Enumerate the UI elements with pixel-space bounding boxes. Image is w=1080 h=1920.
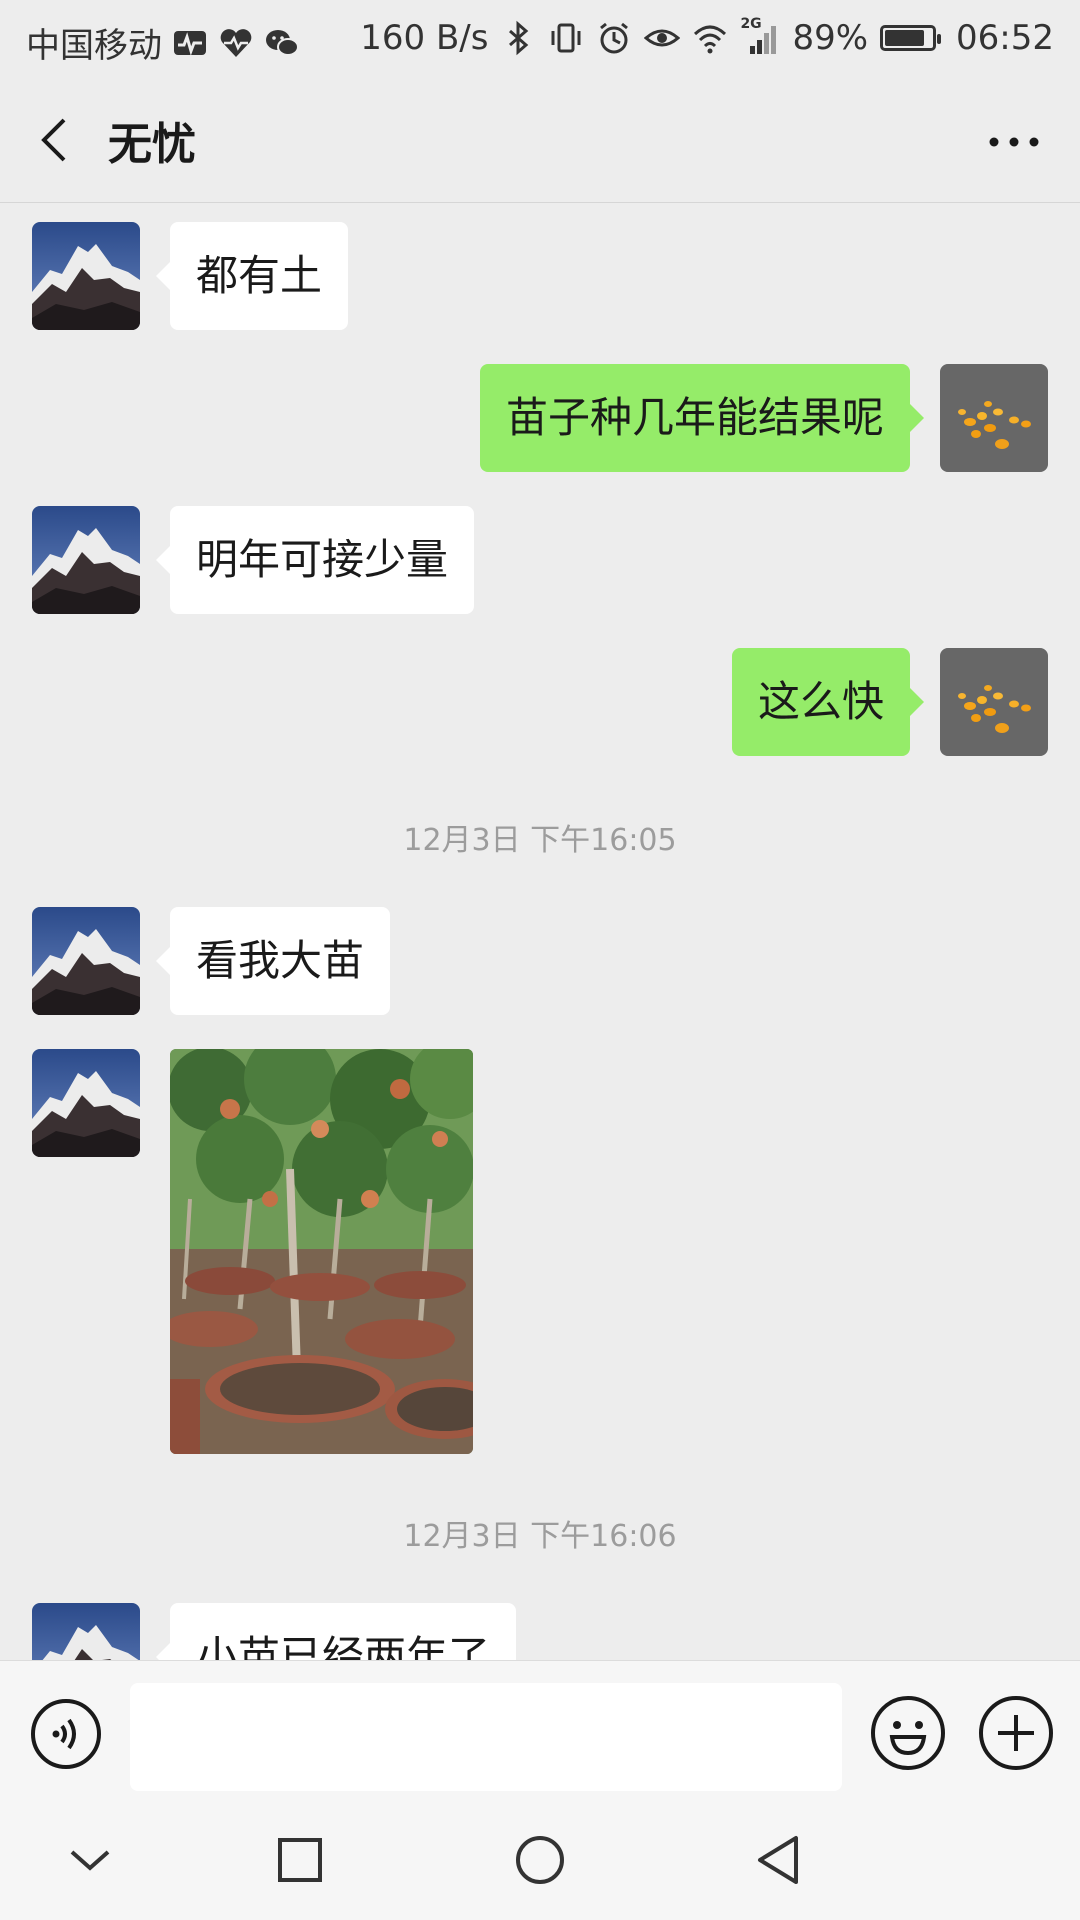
bluetooth-icon <box>509 20 529 56</box>
nav-recent-button[interactable] <box>268 1828 332 1892</box>
emoji-icon <box>871 1696 945 1770</box>
contact-avatar[interactable] <box>32 1049 140 1157</box>
received-message[interactable]: 明年可接少量 <box>155 506 475 614</box>
heart-rate-icon <box>220 28 252 57</box>
battery-icon <box>880 25 942 51</box>
net-speed-label: 160 B/s <box>360 18 489 58</box>
my-avatar[interactable] <box>940 648 1048 756</box>
chat-header: 无忧 <box>0 76 1080 203</box>
input-bar <box>0 1660 1080 1799</box>
nav-home-button[interactable] <box>508 1828 572 1892</box>
contact-avatar[interactable] <box>32 907 140 1015</box>
signal-icon: 2G <box>740 16 780 56</box>
more-dots-icon <box>989 137 1039 147</box>
back-button[interactable] <box>30 112 80 168</box>
plus-icon <box>979 1696 1053 1770</box>
message-input[interactable] <box>130 1683 842 1791</box>
battery-level <box>885 30 925 46</box>
eye-comfort-icon <box>644 29 681 47</box>
message-timestamp: 12月3日 下午16:06 <box>403 1519 677 1554</box>
sent-message[interactable]: 这么快 <box>731 648 925 756</box>
wechat-icon <box>266 29 299 56</box>
nav-down-button[interactable] <box>58 1828 122 1892</box>
contact-avatar[interactable] <box>32 1603 140 1660</box>
status-bar: 中国移动 160 B/s 2G 89% 06:52 <box>0 0 1080 76</box>
nav-back-button[interactable] <box>748 1828 812 1892</box>
wifi-icon <box>694 25 727 54</box>
alarm-icon <box>600 22 629 54</box>
vibrate-icon <box>551 23 581 53</box>
carrier-label: 中国移动 <box>26 26 162 66</box>
system-nav-bar <box>0 1798 1080 1920</box>
nav-back-icon <box>758 1836 798 1884</box>
my-avatar[interactable] <box>940 364 1048 472</box>
chat-title: 无忧 <box>108 119 196 170</box>
message-list[interactable]: 都有土 苗子种几年能结果呢 明年可接少量 这么快 12月3日 下午16:05 看… <box>0 203 1080 1660</box>
received-message[interactable]: 小苗已经两年了 <box>155 1603 517 1660</box>
contact-avatar[interactable] <box>32 506 140 614</box>
nav-down-icon <box>70 1850 110 1871</box>
sent-message[interactable]: 苗子种几年能结果呢 <box>479 364 925 472</box>
nav-home-icon <box>516 1836 564 1884</box>
contact-avatar[interactable] <box>32 222 140 330</box>
potted-trees-photo[interactable] <box>170 1049 473 1454</box>
activity-icon <box>174 30 206 56</box>
message-timestamp: 12月3日 下午16:05 <box>403 823 677 858</box>
more-button[interactable] <box>984 132 1044 152</box>
plus-button[interactable] <box>978 1695 1054 1771</box>
nav-recent-icon <box>278 1838 322 1882</box>
voice-button[interactable] <box>30 1698 102 1770</box>
received-message[interactable]: 看我大苗 <box>155 907 391 1015</box>
received-message[interactable]: 都有土 <box>155 222 349 330</box>
chevron-left-icon <box>41 118 66 162</box>
clock: 06:52 <box>956 18 1054 58</box>
battery-percent: 89% <box>792 18 869 58</box>
emoji-button[interactable] <box>870 1695 946 1771</box>
voice-icon <box>31 1699 101 1769</box>
